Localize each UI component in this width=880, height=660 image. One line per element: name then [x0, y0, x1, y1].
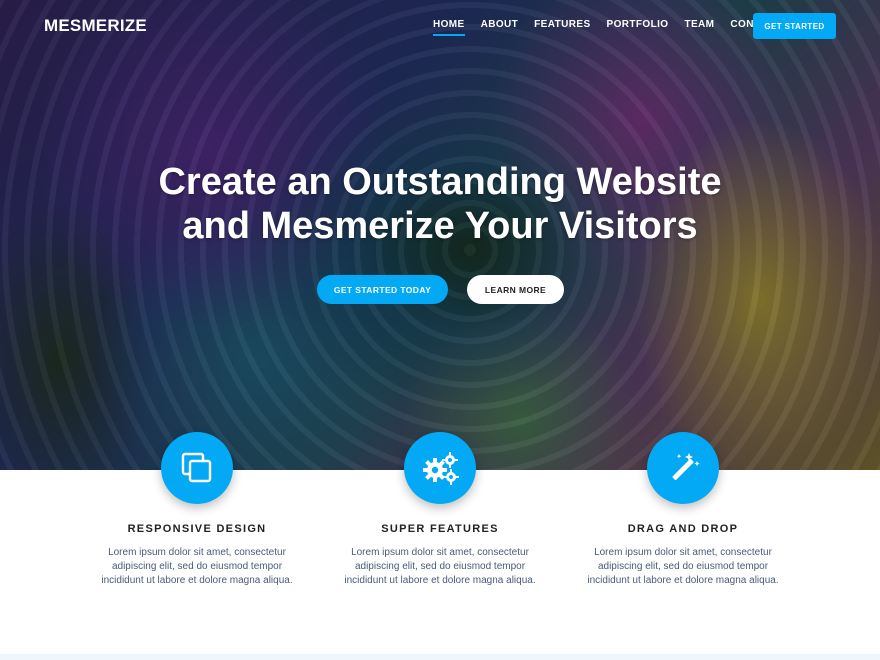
feature-icon-circle [647, 432, 719, 504]
hero-headline: Create an Outstanding Website and Mesmer… [0, 160, 880, 248]
main-nav: HOME ABOUT FEATURES PORTFOLIO TEAM CONTA… [433, 19, 781, 36]
hero-headline-line-1: Create an Outstanding Website [158, 161, 722, 203]
feature-icon-circle [161, 432, 233, 504]
nav-item-home[interactable]: HOME [433, 19, 465, 36]
feature-card-drag-and-drop: DRAG AND DROP Lorem ipsum dolor sit amet… [553, 432, 813, 588]
get-started-nav-button[interactable]: GET STARTED [753, 13, 836, 39]
feature-title: RESPONSIVE DESIGN [127, 523, 267, 535]
feature-description: Lorem ipsum dolor sit amet, consectetur … [344, 547, 536, 586]
feature-card-super-features: SUPER FEATURES Lorem ipsum dolor sit ame… [310, 432, 570, 588]
feature-card-responsive-design: RESPONSIVE DESIGN Lorem ipsum dolor sit … [67, 432, 327, 588]
nav-item-portfolio[interactable]: PORTFOLIO [607, 19, 669, 36]
gears-icon [423, 452, 459, 485]
top-navigation-bar: MESMERIZE HOME ABOUT FEATURES PORTFOLIO … [0, 0, 880, 52]
nav-item-team[interactable]: TEAM [684, 19, 714, 36]
feature-description: Lorem ipsum dolor sit amet, consectetur … [101, 547, 293, 586]
magic-wand-icon [672, 453, 700, 481]
nav-item-about[interactable]: ABOUT [481, 19, 519, 36]
feature-title: SUPER FEATURES [381, 523, 499, 535]
next-section-edge [0, 654, 880, 660]
copy-icon [181, 452, 212, 483]
hero-headline-line-2: and Mesmerize Your Visitors [182, 205, 698, 247]
get-started-today-button[interactable]: GET STARTED TODAY [317, 275, 448, 304]
learn-more-button[interactable]: LEARN MORE [467, 275, 564, 304]
nav-item-features[interactable]: FEATURES [534, 19, 590, 36]
feature-description: Lorem ipsum dolor sit amet, consectetur … [587, 547, 779, 586]
hero-button-group: GET STARTED TODAY LEARN MORE [317, 275, 564, 304]
feature-icon-circle [404, 432, 476, 504]
site-logo[interactable]: MESMERIZE [44, 16, 147, 36]
feature-title: DRAG AND DROP [627, 523, 739, 535]
